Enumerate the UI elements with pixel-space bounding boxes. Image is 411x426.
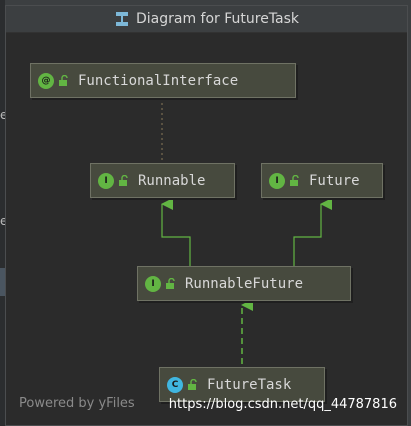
lock-open-icon (166, 277, 175, 289)
diagram-window: Diagram for FutureTask @ FunctionalInter… (5, 5, 408, 426)
edge-extends-runnable (161, 198, 191, 266)
window-title: Diagram for FutureTask (135, 11, 300, 27)
edge-extends-future (293, 198, 332, 266)
node-runnable-future[interactable]: I RunnableFuture (137, 266, 351, 301)
lock-open-icon (119, 174, 128, 186)
node-label: Future (309, 172, 360, 189)
interface-badge-icon: I (98, 172, 114, 189)
class-badge-icon: C (167, 376, 183, 393)
powered-by-label: Powered by yFiles (19, 396, 135, 411)
source-watermark: https://blog.csdn.net/qq_44787816 (168, 397, 397, 412)
lock-open-icon (59, 74, 68, 86)
lock-open-icon (188, 378, 197, 390)
annotation-badge-icon: @ (38, 72, 54, 89)
node-functional-interface[interactable]: @ FunctionalInterface (30, 63, 296, 98)
lock-open-icon (290, 174, 299, 186)
diagram-canvas[interactable]: @ FunctionalInterface I Runnable I Futur… (6, 33, 407, 425)
node-future[interactable]: I Future (261, 163, 383, 198)
interface-badge-icon: I (145, 275, 161, 292)
node-label: Runnable (138, 172, 206, 189)
node-runnable[interactable]: I Runnable (90, 163, 235, 198)
node-label: FutureTask (207, 376, 292, 393)
interface-badge-icon: I (269, 172, 285, 189)
diagram-icon (115, 12, 128, 26)
window-titlebar[interactable]: Diagram for FutureTask (6, 6, 407, 33)
node-label: RunnableFuture (185, 275, 304, 292)
node-label: FunctionalInterface (78, 72, 239, 89)
